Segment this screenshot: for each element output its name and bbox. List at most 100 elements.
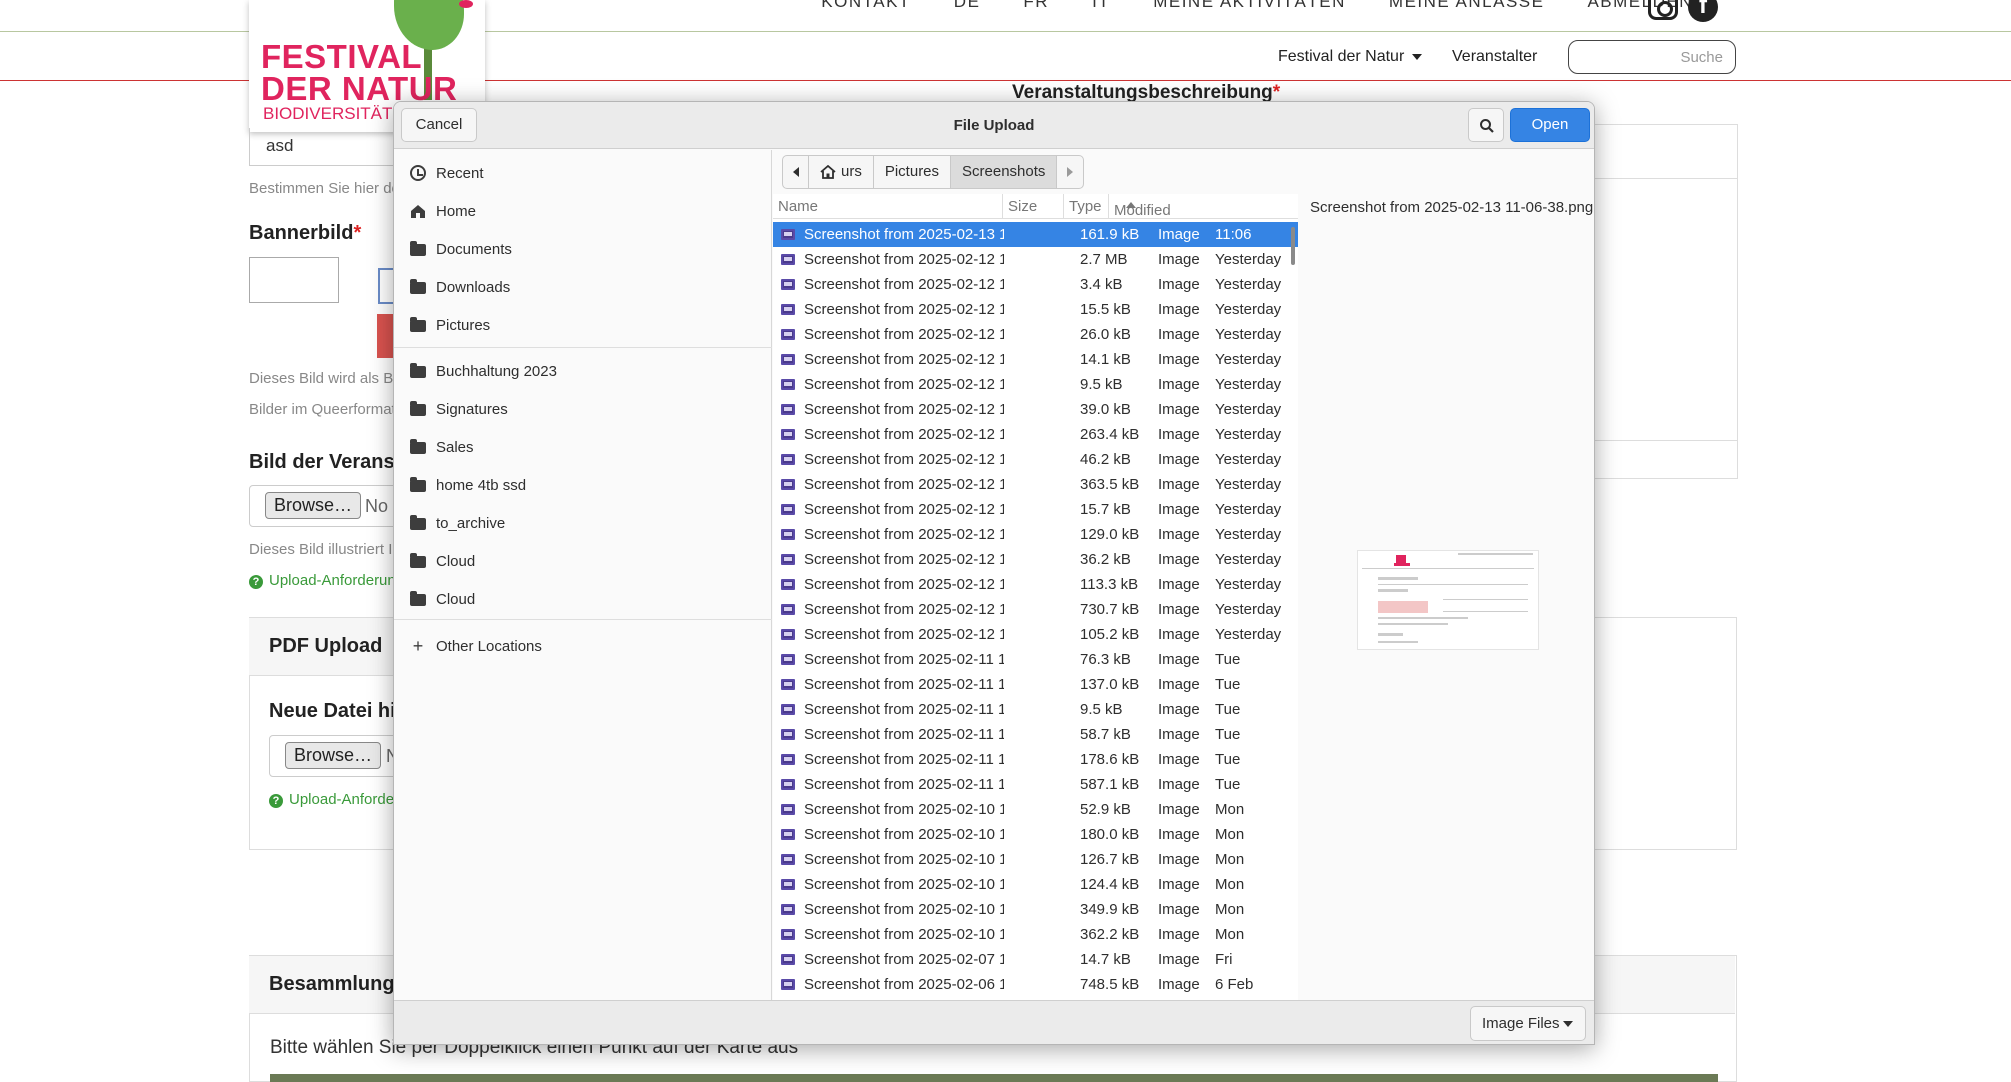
file-row[interactable]: Screenshot from 2025-02-12 14-56-2… 263.4…	[773, 422, 1298, 447]
column-header-size[interactable]: Size	[1008, 198, 1037, 215]
file-row[interactable]: Screenshot from 2025-02-12 16-27-3… 3.4 k…	[773, 272, 1298, 297]
sidebar-item-cloud[interactable]: Cloud	[394, 542, 772, 580]
help-text: Dieses Bild wird als Ba	[249, 370, 402, 387]
banner-checkbox[interactable]	[378, 268, 394, 304]
path-segment-screenshots[interactable]: Screenshots	[951, 156, 1058, 188]
upload-requirements-link[interactable]: Upload-Anforderun	[249, 572, 396, 589]
file-row[interactable]: Screenshot from 2025-02-10 13-08-2… 180.0…	[773, 822, 1298, 847]
top-nav-item[interactable]: KONTAKT	[821, 0, 911, 12]
sidebar-item-recent[interactable]: Recent	[394, 154, 772, 192]
file-row[interactable]: Screenshot from 2025-02-10 15-28-2… 52.9 …	[773, 797, 1298, 822]
image-file-icon	[781, 579, 795, 590]
file-size: 124.4 kB	[1080, 876, 1140, 893]
sidebar-item-cloud[interactable]: Cloud	[394, 580, 772, 618]
file-row[interactable]: Screenshot from 2025-02-12 11-06-0… 730.7…	[773, 597, 1298, 622]
file-row[interactable]: Screenshot from 2025-02-07 17-48-… 14.7 k…	[773, 947, 1298, 972]
sidebar-item-other-locations[interactable]: + Other Locations	[394, 627, 772, 665]
top-nav-item[interactable]: FR	[1023, 0, 1049, 12]
file-row[interactable]: Screenshot from 2025-02-10 12-58-1… 126.7…	[773, 847, 1298, 872]
file-row[interactable]: Screenshot from 2025-02-10 12-56-3… 124.4…	[773, 872, 1298, 897]
festival-dropdown[interactable]: Festival der Natur	[1278, 48, 1422, 66]
file-size: 76.3 kB	[1080, 651, 1131, 668]
file-list-scrollbar[interactable]	[1291, 227, 1295, 265]
file-row[interactable]: Screenshot from 2025-02-11 13-09-1… 587.1…	[773, 772, 1298, 797]
sidebar-item-to_archive[interactable]: to_archive	[394, 504, 772, 542]
file-size: 178.6 kB	[1080, 751, 1140, 768]
file-row[interactable]: Screenshot from 2025-02-10 12-09-2… 362.2…	[773, 922, 1298, 947]
column-header-type[interactable]: Type	[1069, 198, 1102, 215]
file-size: 14.1 kB	[1080, 351, 1131, 368]
bild-browse-button[interactable]: Browse…	[265, 492, 362, 519]
home-icon	[410, 203, 426, 219]
sidebar-item-buchhaltung-2023[interactable]: Buchhaltung 2023	[394, 352, 772, 390]
sidebar-item-home-4tb-ssd[interactable]: home 4tb ssd	[394, 466, 772, 504]
site-search-input[interactable]: Suche	[1568, 40, 1736, 74]
help-text: Dieses Bild illustriert Ih	[249, 541, 401, 558]
sidebar-item-pictures[interactable]: Pictures	[394, 306, 772, 344]
top-nav-item[interactable]: DE	[954, 0, 981, 12]
file-row[interactable]: Screenshot from 2025-02-11 16-23-2… 76.3 …	[773, 647, 1298, 672]
path-back-button[interactable]	[783, 156, 809, 188]
cancel-button[interactable]: Cancel	[401, 108, 477, 142]
file-name: Screenshot from 2025-02-10 12-58-1…	[804, 851, 1004, 868]
file-row[interactable]: Screenshot from 2025-02-12 14-48-3… 15.7 …	[773, 497, 1298, 522]
file-row[interactable]: Screenshot from 2025-02-12 14-52-0… 363.5…	[773, 472, 1298, 497]
file-type-filter[interactable]: Image Files	[1470, 1006, 1586, 1041]
file-row[interactable]: Screenshot from 2025-02-12 11-34-0… 113.3…	[773, 572, 1298, 597]
banner-image-preview[interactable]	[249, 257, 339, 303]
sidebar-item-label: home 4tb ssd	[436, 476, 527, 494]
file-name: Screenshot from 2025-02-10 12-09-…	[804, 901, 1004, 918]
search-button[interactable]	[1468, 108, 1504, 142]
file-modified: Mon	[1215, 901, 1245, 918]
file-row[interactable]: Screenshot from 2025-02-12 14-07-1… 129.0…	[773, 522, 1298, 547]
sidebar-item-sales[interactable]: Sales	[394, 428, 772, 466]
path-bar: urs Pictures Screenshots	[782, 155, 1085, 189]
file-row[interactable]: Screenshot from 2025-02-10 12-09-… 349.9 …	[773, 897, 1298, 922]
file-row[interactable]: Screenshot from 2025-02-11 13-09-5… 178.6…	[773, 747, 1298, 772]
file-modified: Yesterday	[1215, 276, 1282, 293]
path-forward-button[interactable]	[1057, 156, 1083, 188]
file-row[interactable]: Screenshot from 2025-02-12 14-56-3… 39.0 …	[773, 397, 1298, 422]
sidebar-item-home[interactable]: Home	[394, 192, 772, 230]
file-name: Screenshot from 2025-02-12 14-56-2…	[804, 426, 1004, 443]
file-row[interactable]: Screenshot from 2025-02-12 14-53-5… 46.2 …	[773, 447, 1298, 472]
file-row[interactable]: Screenshot from 2025-02-13 11-06-3… 161.9…	[773, 222, 1298, 247]
top-nav-item[interactable]: MEINE ANLÄSSE	[1389, 0, 1545, 12]
upload-requirements-link[interactable]: Upload-Anforde	[269, 791, 394, 808]
sidebar-item-downloads[interactable]: Downloads	[394, 268, 772, 306]
file-row[interactable]: Screenshot from 2025-02-11 14-16-5… 58.7 …	[773, 722, 1298, 747]
top-nav-item[interactable]: IT	[1092, 0, 1110, 12]
file-list[interactable]: Name Size Type Modified Screenshot from …	[773, 194, 1298, 1000]
path-segment-pictures[interactable]: Pictures	[874, 156, 952, 188]
file-name: Screenshot from 2025-02-11 13-09-5…	[804, 751, 1004, 768]
map[interactable]	[270, 1074, 1718, 1082]
places-sidebar: Recent Home Documents Downloads Pictures Buch…	[394, 150, 772, 1000]
file-modified: Yesterday	[1215, 376, 1282, 393]
file-row[interactable]: Screenshot from 2025-02-11 15-05-0… 9.5 k…	[773, 697, 1298, 722]
file-row[interactable]: Screenshot from 2025-02-12 14-57-4… 14.1 …	[773, 347, 1298, 372]
top-nav-item[interactable]: MEINE AKTIVITÄTEN	[1153, 0, 1346, 12]
open-button[interactable]: Open	[1510, 108, 1590, 142]
title-input[interactable]: asd	[249, 128, 399, 166]
image-file-icon	[781, 629, 795, 640]
file-row[interactable]: Screenshot from 2025-02-12 16-22-2… 26.0 …	[773, 322, 1298, 347]
file-row[interactable]: Screenshot from 2025-02-11 15-27-3… 137.0…	[773, 672, 1298, 697]
file-row[interactable]: Screenshot from 2025-02-06 18-49-… 748.5 …	[773, 972, 1298, 997]
file-upload-dialog: Cancel File Upload Open Recent Home Docume…	[393, 101, 1595, 1045]
path-segment-home[interactable]: urs	[809, 156, 874, 188]
sidebar-item-documents[interactable]: Documents	[394, 230, 772, 268]
file-name: Screenshot from 2025-02-12 14-07-1…	[804, 526, 1004, 543]
file-row[interactable]: Screenshot from 2025-02-12 16-24-2… 15.5 …	[773, 297, 1298, 322]
file-row[interactable]: Screenshot from 2025-02-12 11-04-2… 105.2…	[773, 622, 1298, 647]
pdf-browse-button[interactable]: Browse…	[285, 742, 382, 769]
file-row[interactable]: Screenshot from 2025-02-12 14-57-3… 9.5 k…	[773, 372, 1298, 397]
file-row[interactable]: Screenshot from 2025-02-12 19-56-0… 2.7 M…	[773, 247, 1298, 272]
veranstalter-link[interactable]: Veranstalter	[1452, 48, 1537, 66]
column-header-name[interactable]: Name	[778, 198, 818, 215]
file-list-header: Name Size Type Modified	[773, 194, 1298, 219]
bannerbild-heading: Bannerbild*	[249, 222, 361, 245]
sidebar-item-signatures[interactable]: Signatures	[394, 390, 772, 428]
instagram-icon[interactable]	[1648, 0, 1678, 20]
file-row[interactable]: Screenshot from 2025-02-12 12-08-4… 36.2 …	[773, 547, 1298, 572]
file-size: 39.0 kB	[1080, 401, 1131, 418]
